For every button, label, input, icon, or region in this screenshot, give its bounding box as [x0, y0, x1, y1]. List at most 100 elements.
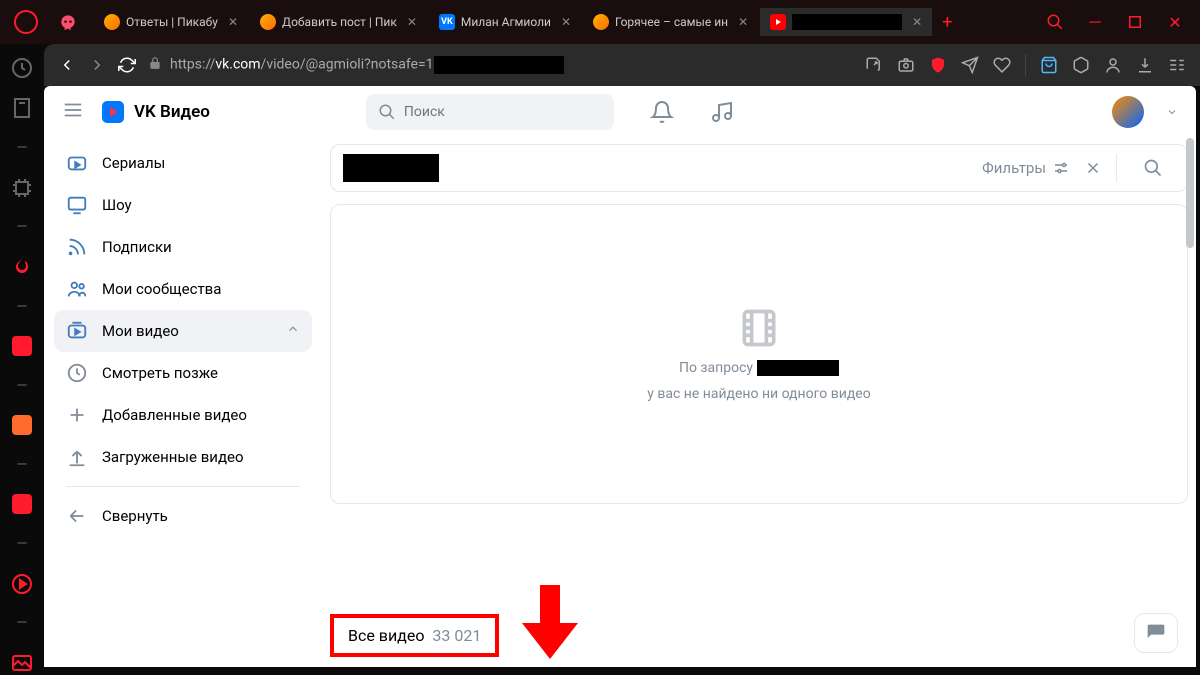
- filters-button[interactable]: Фильтры: [982, 159, 1070, 177]
- heart-icon[interactable]: [993, 56, 1011, 74]
- play-icon[interactable]: [10, 572, 34, 596]
- dash-icon[interactable]: —: [10, 453, 34, 477]
- discord-icon[interactable]: [58, 12, 78, 32]
- reload-button[interactable]: [118, 56, 136, 74]
- chip-icon[interactable]: [10, 176, 34, 200]
- send-icon[interactable]: [961, 56, 979, 74]
- browser-titlebar: Ответы | Пикабу ✕ Добавить пост | Пик ✕ …: [0, 0, 1200, 44]
- new-tab-button[interactable]: +: [934, 12, 960, 33]
- app-icon[interactable]: [10, 335, 34, 359]
- close-icon[interactable]: ✕: [738, 15, 748, 29]
- maximize-button[interactable]: [1126, 13, 1144, 31]
- search-input[interactable]: [404, 104, 602, 120]
- vk-body: Сериалы Шоу Подписки Мои сообщества Мои …: [44, 138, 1196, 667]
- sidebar-label: Смотреть позже: [102, 364, 218, 382]
- close-icon[interactable]: ✕: [407, 15, 417, 29]
- film-icon: [737, 306, 781, 350]
- scrollbar-thumb[interactable]: [1186, 138, 1194, 248]
- tab-title: Милан Агмиоли: [461, 15, 551, 29]
- browser-tab[interactable]: Добавить пост | Пик ✕: [250, 8, 427, 36]
- user-avatar[interactable]: [1112, 96, 1144, 128]
- vk-page: VK Видео Сериалы Шоу Подписки: [44, 86, 1196, 667]
- sidebar-label: Мои сообщества: [102, 280, 221, 298]
- menu-icon[interactable]: [1168, 56, 1186, 74]
- share-icon[interactable]: [865, 56, 883, 74]
- sidebar-label: Добавленные видео: [102, 406, 247, 424]
- app-icon[interactable]: [10, 493, 34, 517]
- opera-sidebar: — — — — — — —: [0, 44, 44, 675]
- bell-icon[interactable]: [650, 100, 674, 124]
- vk-video-logo-icon: [100, 99, 126, 125]
- all-videos-count: 33 021: [432, 626, 481, 645]
- search-button[interactable]: [1131, 146, 1175, 190]
- browser-addressbar: https://vk.com/video/@agmioli?notsafe=1: [44, 44, 1200, 86]
- cube-icon[interactable]: [1072, 56, 1090, 74]
- search-bar[interactable]: [366, 94, 614, 130]
- app-icon[interactable]: [10, 414, 34, 438]
- chevron-down-icon[interactable]: [1166, 103, 1178, 122]
- query-redacted: [757, 360, 839, 376]
- comment-button[interactable]: [1134, 613, 1178, 653]
- search-query-redacted: [343, 154, 439, 182]
- close-window-button[interactable]: ✕: [1166, 13, 1184, 31]
- sidebar-label: Сериалы: [102, 154, 165, 172]
- back-icon: [66, 505, 88, 527]
- sidebar-item-series[interactable]: Сериалы: [54, 142, 312, 184]
- plus-icon: [66, 404, 88, 426]
- sidebar-label: Подписки: [102, 238, 172, 256]
- sidebar-item-uploaded[interactable]: Загруженные видео: [54, 436, 312, 478]
- dash-icon[interactable]: —: [10, 295, 34, 319]
- gallery-icon[interactable]: [10, 651, 34, 675]
- download-icon[interactable]: [1136, 56, 1154, 74]
- music-icon[interactable]: [710, 100, 734, 124]
- sidebar-item-my-videos[interactable]: Мои видео: [54, 310, 312, 352]
- scrollbar[interactable]: [1184, 86, 1196, 667]
- monitor-icon: [66, 194, 88, 216]
- cart-icon[interactable]: [1040, 56, 1058, 74]
- clear-button[interactable]: [1084, 159, 1102, 177]
- upload-icon: [66, 446, 88, 468]
- browser-tab-active[interactable]: ✕: [760, 8, 932, 36]
- sidebar-item-shows[interactable]: Шоу: [54, 184, 312, 226]
- dash-icon[interactable]: —: [10, 136, 34, 160]
- menu-button[interactable]: [62, 99, 84, 125]
- tab-title: Горячее – самые ин: [615, 15, 728, 29]
- sliders-icon: [1052, 159, 1070, 177]
- opera-logo-icon[interactable]: [14, 10, 38, 34]
- vk-video-logo[interactable]: VK Видео: [100, 99, 210, 125]
- user-icon[interactable]: [1104, 56, 1122, 74]
- sidebar-item-subscriptions[interactable]: Подписки: [54, 226, 312, 268]
- group-icon: [66, 278, 88, 300]
- close-icon[interactable]: ✕: [912, 15, 922, 29]
- close-icon[interactable]: ✕: [561, 15, 571, 29]
- tab-title-redacted: [792, 14, 902, 30]
- camera-icon[interactable]: [897, 56, 915, 74]
- vk-sidebar: Сериалы Шоу Подписки Мои сообщества Мои …: [44, 138, 322, 667]
- back-button[interactable]: [58, 56, 76, 74]
- sidebar-item-communities[interactable]: Мои сообщества: [54, 268, 312, 310]
- url-field[interactable]: https://vk.com/video/@agmioli?notsafe=1: [148, 56, 853, 74]
- forward-button[interactable]: [88, 56, 106, 74]
- sidebar-item-collapse[interactable]: Свернуть: [54, 495, 312, 537]
- sidebar-item-added[interactable]: Добавленные видео: [54, 394, 312, 436]
- empty-text-line1: По запросу: [679, 360, 839, 376]
- sidebar-item-watch-later[interactable]: Смотреть позже: [54, 352, 312, 394]
- dash-icon[interactable]: —: [10, 612, 34, 636]
- lock-icon: [148, 56, 162, 74]
- close-icon[interactable]: ✕: [228, 15, 238, 29]
- flame-icon[interactable]: [10, 255, 34, 279]
- dash-icon[interactable]: —: [10, 532, 34, 556]
- browser-tab[interactable]: VK Милан Агмиоли ✕: [429, 8, 581, 36]
- minimize-button[interactable]: ─: [1086, 13, 1104, 31]
- browser-tab[interactable]: Горячее – самые ин ✕: [583, 8, 758, 36]
- tab-title: Ответы | Пикабу: [126, 15, 218, 29]
- bookmarks-icon[interactable]: [10, 96, 34, 120]
- browser-tab[interactable]: Ответы | Пикабу ✕: [94, 8, 248, 36]
- shield-icon[interactable]: [929, 56, 947, 74]
- speed-dial-icon[interactable]: [10, 56, 34, 80]
- tab-title: Добавить пост | Пик: [282, 15, 397, 29]
- dash-icon[interactable]: —: [10, 216, 34, 240]
- dash-icon[interactable]: —: [10, 374, 34, 398]
- search-icon[interactable]: [1046, 13, 1064, 31]
- sidebar-label: Мои видео: [102, 322, 179, 340]
